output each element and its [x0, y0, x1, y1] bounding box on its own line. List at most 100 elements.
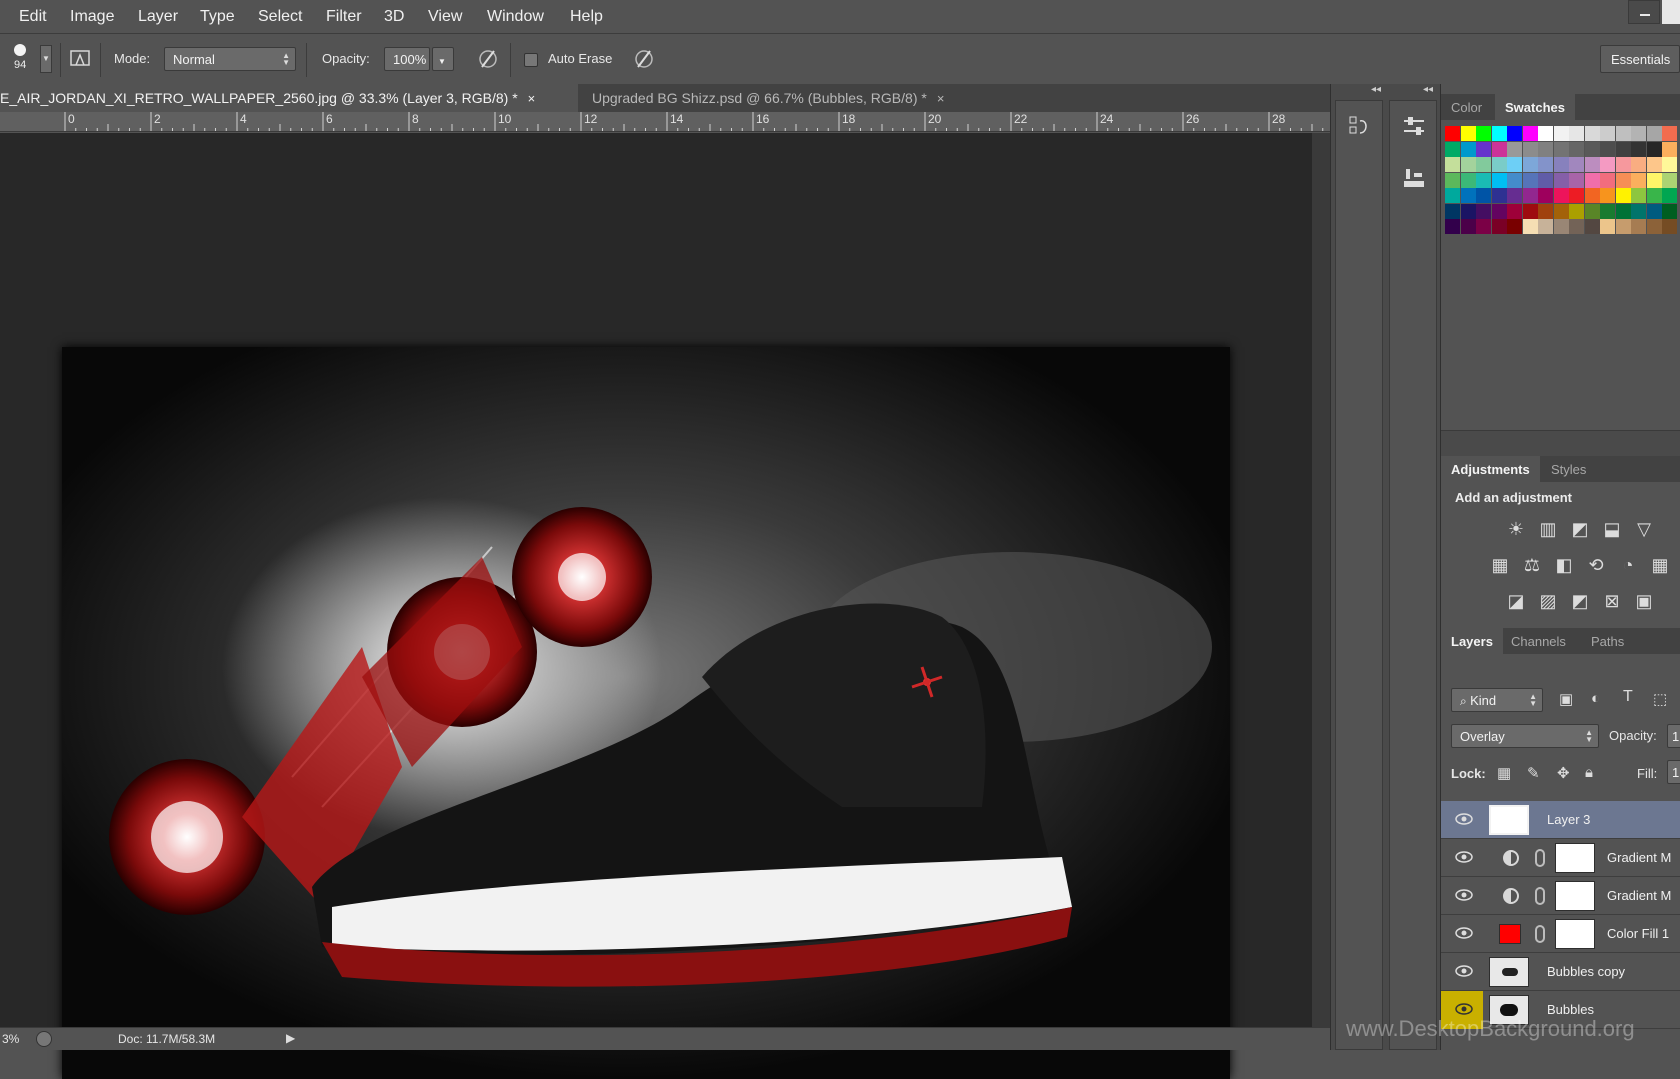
color-swatch[interactable]: [1507, 188, 1522, 203]
color-swatch[interactable]: [1662, 188, 1677, 203]
lock-pixels-brush-icon[interactable]: ✎: [1527, 764, 1540, 782]
tab-channels[interactable]: Channels: [1501, 628, 1576, 654]
color-swatch[interactable]: [1631, 157, 1646, 172]
selective-color-icon[interactable]: ⊠: [1601, 590, 1623, 612]
brush-preset-dropdown[interactable]: ▼: [40, 45, 52, 73]
color-swatch[interactable]: [1584, 219, 1600, 234]
color-swatch[interactable]: [1646, 126, 1662, 141]
vertical-scrollbar[interactable]: [1312, 133, 1330, 1030]
color-swatch[interactable]: [1615, 141, 1631, 157]
menu-window[interactable]: Window: [487, 8, 544, 26]
color-swatch[interactable]: [1445, 188, 1460, 203]
color-swatch[interactable]: [1460, 126, 1476, 141]
lock-transparency-icon[interactable]: ▦: [1497, 764, 1511, 782]
color-swatch[interactable]: [1507, 219, 1522, 234]
color-swatch[interactable]: [1600, 203, 1615, 219]
eye-icon[interactable]: [1455, 888, 1473, 902]
color-swatch[interactable]: [1460, 141, 1476, 157]
color-swatch[interactable]: [1553, 172, 1569, 188]
color-swatch[interactable]: [1460, 157, 1476, 172]
color-swatch[interactable]: [1600, 172, 1615, 188]
workspace-switcher[interactable]: Essentials: [1600, 45, 1680, 73]
color-swatch[interactable]: [1476, 219, 1491, 234]
close-icon[interactable]: ×: [528, 91, 536, 106]
color-swatch[interactable]: [1615, 219, 1631, 234]
black-white-icon[interactable]: ◧: [1553, 554, 1575, 576]
opacity-dropdown[interactable]: ▼: [432, 47, 454, 71]
share-icon[interactable]: [36, 1031, 52, 1047]
color-swatch[interactable]: [1631, 203, 1646, 219]
tab-swatches[interactable]: Swatches: [1495, 94, 1575, 120]
eye-icon[interactable]: [1455, 850, 1473, 864]
color-swatch[interactable]: [1600, 219, 1615, 234]
color-swatch[interactable]: [1491, 141, 1507, 157]
posterize-icon[interactable]: ▨: [1537, 590, 1559, 612]
history-panel-button[interactable]: [1344, 111, 1376, 143]
menu-layer[interactable]: Layer: [138, 8, 178, 26]
layer-row-gradient-map-2[interactable]: Gradient M: [1441, 877, 1680, 915]
color-swatch[interactable]: [1646, 157, 1662, 172]
channel-mixer-icon[interactable]: ◔: [1617, 554, 1639, 576]
color-swatch[interactable]: [1569, 219, 1584, 234]
color-swatch[interactable]: [1491, 157, 1507, 172]
color-swatch[interactable]: [1584, 141, 1600, 157]
color-swatch[interactable]: [1538, 188, 1553, 203]
vibrance-icon[interactable]: ▽: [1633, 518, 1655, 540]
color-swatch[interactable]: [1507, 126, 1522, 141]
canvas-area[interactable]: [0, 133, 1312, 1079]
lock-position-move-icon[interactable]: ✥: [1557, 764, 1570, 782]
clone-source-panel-button[interactable]: [1398, 163, 1430, 195]
levels-icon[interactable]: ▥: [1537, 518, 1559, 540]
color-swatch[interactable]: [1445, 126, 1460, 141]
layer-kind-filter[interactable]: ⌕ Kind ▲ ▼: [1451, 688, 1543, 712]
brush-preset-picker[interactable]: 94: [4, 41, 40, 77]
color-swatch[interactable]: [1460, 219, 1476, 234]
color-swatch[interactable]: [1553, 203, 1569, 219]
color-swatch[interactable]: [1615, 172, 1631, 188]
adjustment-filter-icon[interactable]: ◐: [1591, 690, 1600, 707]
color-swatch[interactable]: [1476, 203, 1491, 219]
mode-select[interactable]: Normal ▲ ▼: [164, 47, 296, 71]
color-swatch[interactable]: [1615, 157, 1631, 172]
color-swatch[interactable]: [1553, 126, 1569, 141]
lock-all-padlock-icon[interactable]: 🔒︎: [1585, 764, 1593, 781]
opacity-input[interactable]: 100%: [384, 47, 430, 71]
close-icon[interactable]: ×: [937, 91, 945, 106]
color-swatch[interactable]: [1646, 203, 1662, 219]
color-swatch[interactable]: [1631, 188, 1646, 203]
color-swatch[interactable]: [1584, 172, 1600, 188]
gradient-map-icon[interactable]: ▣: [1633, 590, 1655, 612]
color-swatch[interactable]: [1445, 219, 1460, 234]
fill-input[interactable]: 1: [1667, 760, 1680, 784]
tab-layers[interactable]: Layers: [1441, 628, 1503, 654]
invert-icon[interactable]: ◪: [1505, 590, 1527, 612]
color-swatch[interactable]: [1631, 126, 1646, 141]
color-swatch[interactable]: [1538, 126, 1553, 141]
color-swatch[interactable]: [1569, 203, 1584, 219]
layer-opacity-input[interactable]: 1: [1667, 724, 1680, 748]
color-swatch[interactable]: [1646, 172, 1662, 188]
exposure-icon[interactable]: ⬓: [1601, 518, 1623, 540]
color-swatch[interactable]: [1538, 157, 1553, 172]
menu-view[interactable]: View: [428, 8, 462, 26]
color-swatch[interactable]: [1445, 172, 1460, 188]
play-arrow-icon[interactable]: ▶: [286, 1031, 295, 1045]
color-swatch[interactable]: [1445, 203, 1460, 219]
color-swatch[interactable]: [1662, 172, 1677, 188]
color-swatch[interactable]: [1600, 188, 1615, 203]
color-swatch[interactable]: [1553, 219, 1569, 234]
zoom-level[interactable]: 3%: [2, 1032, 19, 1046]
eye-icon[interactable]: [1455, 964, 1473, 978]
layer-row-color-fill-1[interactable]: Color Fill 1: [1441, 915, 1680, 953]
color-swatch[interactable]: [1553, 157, 1569, 172]
layer-row-gradient-map-1[interactable]: Gradient M: [1441, 839, 1680, 877]
color-swatch[interactable]: [1662, 203, 1677, 219]
color-swatch[interactable]: [1569, 157, 1584, 172]
color-swatch[interactable]: [1584, 126, 1600, 141]
eye-icon[interactable]: [1455, 1002, 1473, 1016]
color-swatch[interactable]: [1646, 219, 1662, 234]
color-swatch[interactable]: [1476, 141, 1491, 157]
color-swatch[interactable]: [1569, 141, 1584, 157]
color-swatch[interactable]: [1522, 172, 1538, 188]
color-lookup-icon[interactable]: ▦: [1649, 554, 1671, 576]
